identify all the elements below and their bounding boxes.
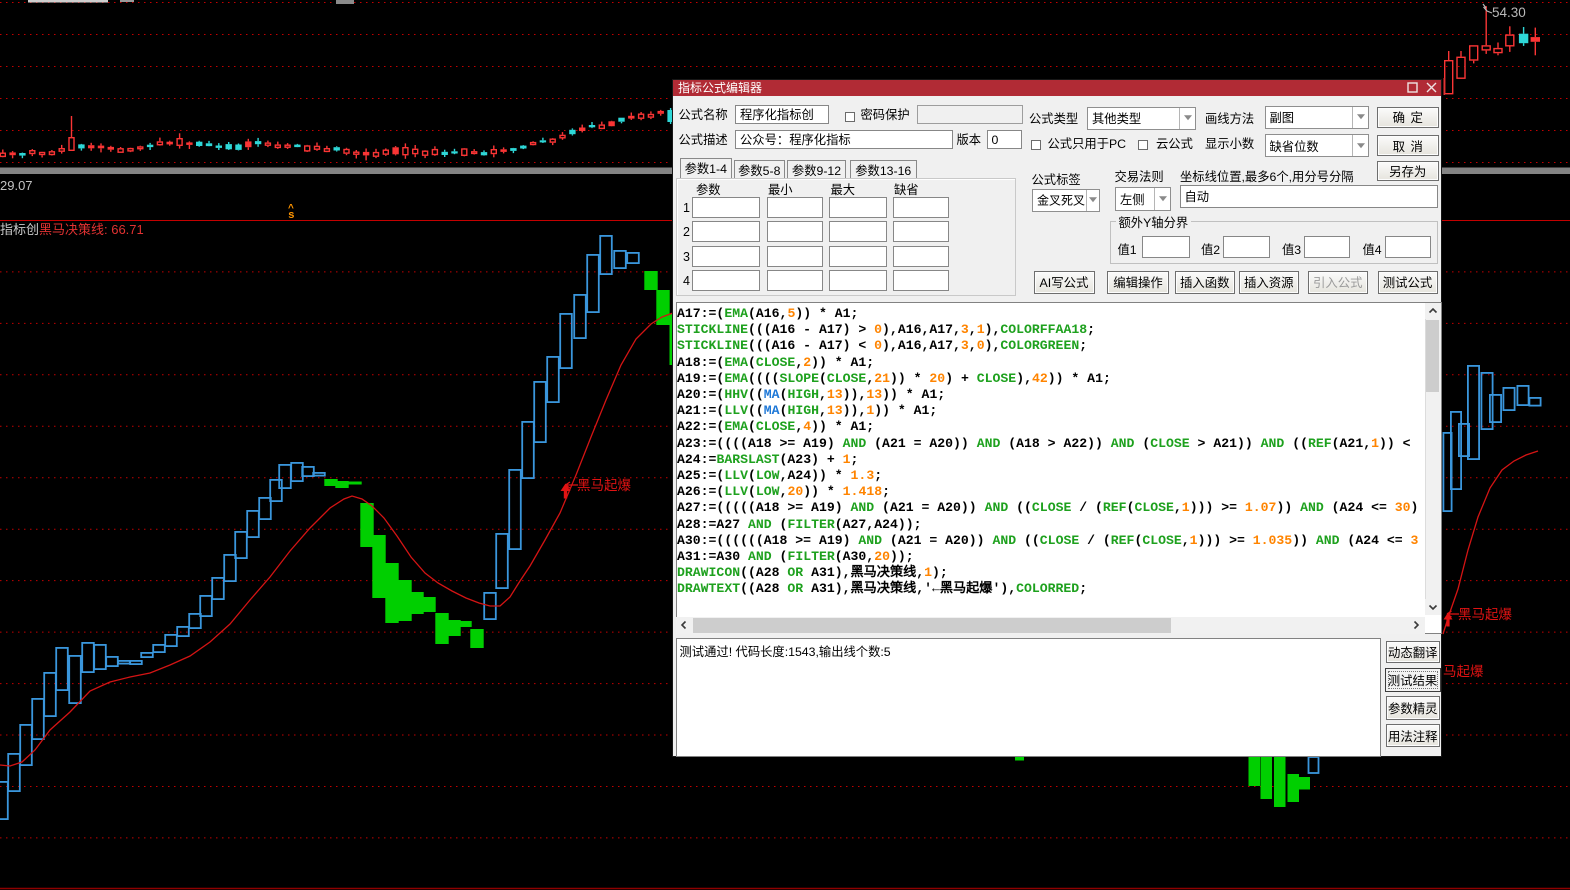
svg-text:黑马起爆: 黑马起爆: [1458, 603, 1512, 623]
svg-text:s: s: [288, 210, 295, 222]
svg-text:马起爆: 马起爆: [1443, 660, 1484, 680]
svg-text:黑马决策线: 66.71: 黑马决策线: 66.71: [39, 219, 144, 238]
svg-text:指标创: 指标创: [0, 219, 39, 238]
svg-text:54.30: 54.30: [1492, 5, 1526, 20]
svg-text:黑马起爆: 黑马起爆: [577, 474, 631, 494]
svg-text:29.07: 29.07: [0, 178, 33, 193]
